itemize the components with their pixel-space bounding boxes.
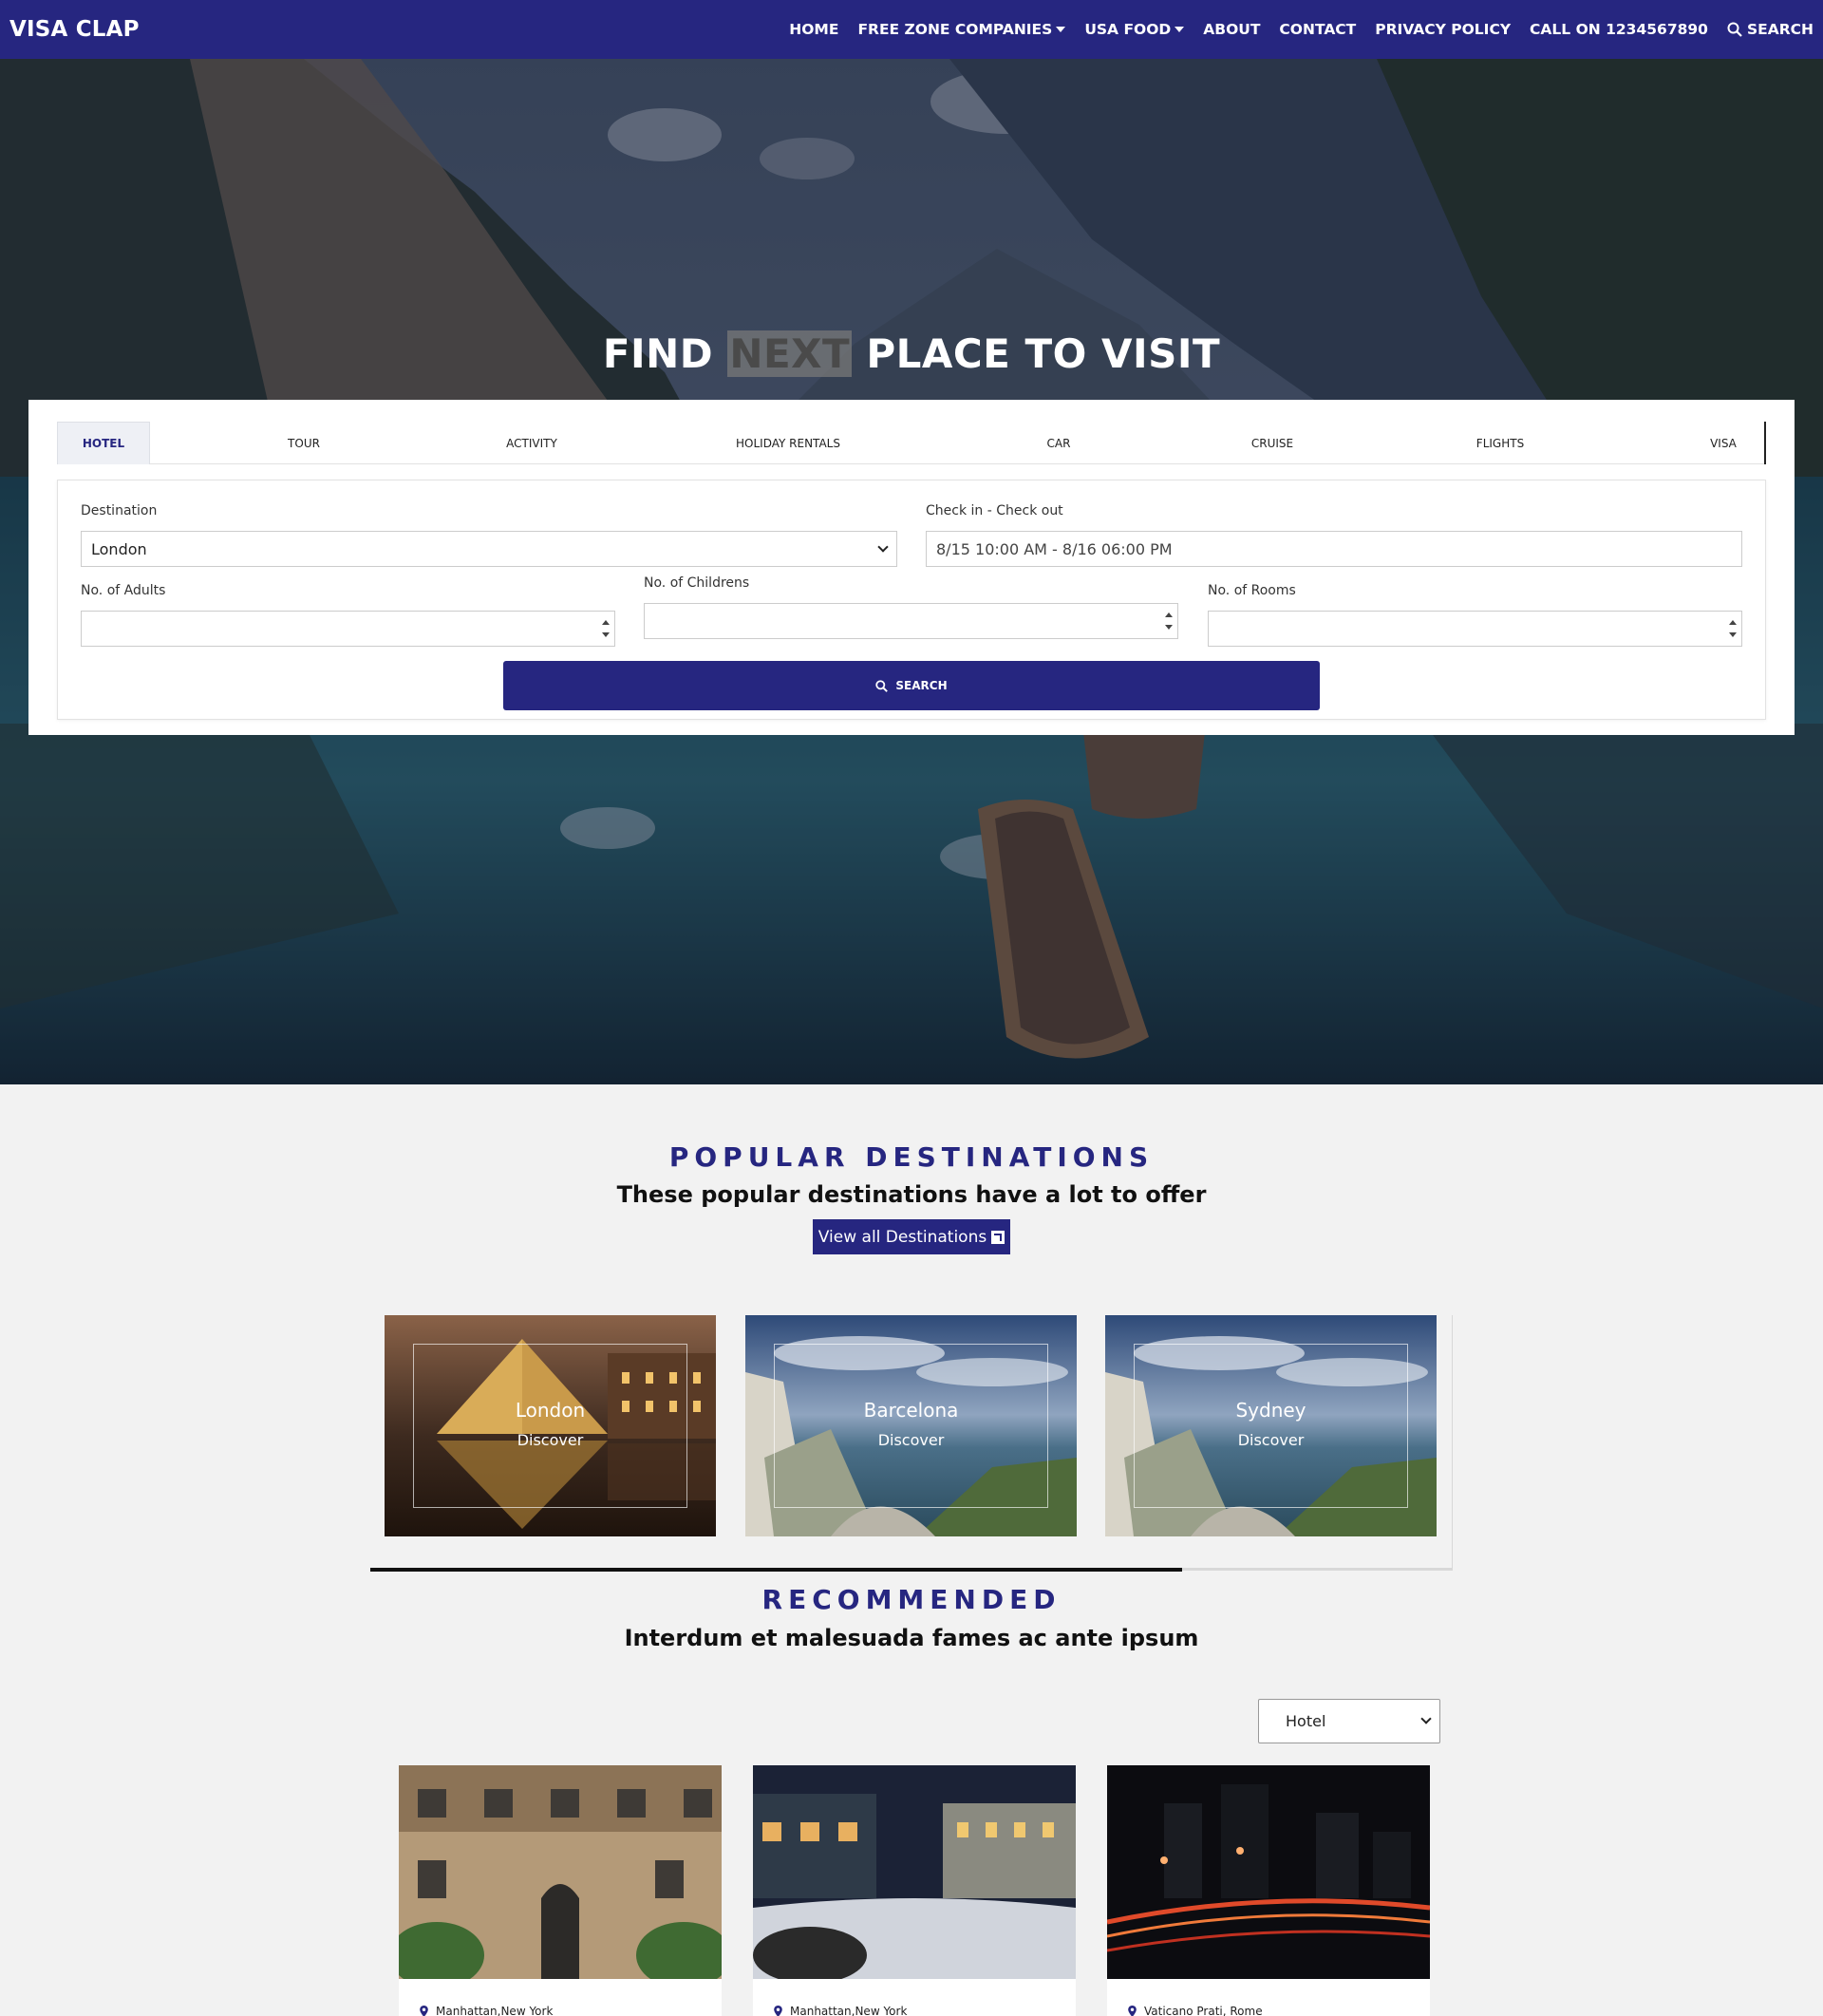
view-all-destinations-button[interactable]: View all Destinations <box>813 1219 1010 1254</box>
carousel-scrollbar-thumb[interactable] <box>370 1568 1182 1572</box>
tab-hotel[interactable]: HOTEL <box>57 422 150 464</box>
hero-title: FIND NEXT PLACE TO VISIT <box>0 330 1823 377</box>
adults-number-input[interactable] <box>81 611 615 647</box>
tab-holiday-rentals[interactable]: HOLIDAY RENTALS <box>722 422 855 464</box>
search-tabs: HOTEL TOUR ACTIVITY HOLIDAY RENTALS CAR … <box>57 422 1766 464</box>
card-location-text: Manhattan,New York <box>790 2005 908 2016</box>
destination-name: Sydney <box>1235 1399 1306 1422</box>
top-navbar: VISA CLAP HOME FREE ZONE COMPANIES USA F… <box>0 0 1823 59</box>
hotel-image <box>753 1765 1076 1979</box>
nav-free-zone-label: FREE ZONE COMPANIES <box>857 21 1053 38</box>
destination-name: London <box>515 1399 586 1422</box>
recommended-subtitle: Interdum et malesuada fames ac ante ipsu… <box>624 1625 1199 1651</box>
map-pin-icon <box>1128 2006 1137 2016</box>
nav-search[interactable]: SEARCH <box>1727 21 1814 38</box>
tabs-end-divider <box>1764 422 1766 464</box>
hotel-image <box>399 1765 722 1979</box>
nav-home[interactable]: HOME <box>789 21 838 38</box>
nav-contact-label: CONTACT <box>1279 21 1357 38</box>
destination-card-barcelona[interactable]: Barcelona Discover <box>745 1315 1077 1536</box>
popular-destinations-title: POPULAR DESTINATIONS <box>668 1141 1155 1173</box>
nav-home-label: HOME <box>789 21 839 38</box>
children-number-input[interactable] <box>644 603 1178 639</box>
destination-frame <box>1134 1344 1408 1508</box>
chevron-down-icon <box>1420 1713 1432 1724</box>
card-location: Manhattan,New York <box>774 2005 907 2016</box>
nav-search-label: SEARCH <box>1746 21 1814 38</box>
tab-activity[interactable]: ACTIVITY <box>484 422 579 464</box>
map-pin-icon <box>774 2006 782 2016</box>
hotel-image <box>1107 1765 1430 1979</box>
destination-card-sydney[interactable]: Sydney Discover <box>1105 1315 1437 1536</box>
nav-about[interactable]: ABOUT <box>1203 21 1260 38</box>
recommended-card[interactable]: Manhattan,New York <box>753 1765 1076 2016</box>
nav-privacy-label: PRIVACY POLICY <box>1375 21 1512 38</box>
nav-call-label: CALL ON 1234567890 <box>1530 21 1708 38</box>
destination-select[interactable]: London <box>81 531 897 567</box>
nav-usa-food[interactable]: USA FOOD <box>1084 21 1185 38</box>
adults-label: No. of Adults <box>81 583 166 598</box>
destination-label: Destination <box>81 503 158 518</box>
hero-title-part2: PLACE TO VISIT <box>866 330 1221 377</box>
destination-card-london[interactable]: London Discover <box>385 1315 716 1536</box>
search-icon <box>875 679 889 692</box>
tab-flights[interactable]: FLIGHTS <box>1462 422 1538 464</box>
chevron-down-icon <box>877 541 889 553</box>
children-label: No. of Childrens <box>644 575 750 591</box>
search-icon <box>1727 22 1742 37</box>
card-location: Vaticano Prati, Rome <box>1128 2005 1263 2016</box>
tab-visa[interactable]: VISA <box>1690 422 1757 464</box>
map-pin-icon <box>420 2006 428 2016</box>
caret-down-icon <box>1175 27 1185 32</box>
card-location-text: Manhattan,New York <box>436 2005 554 2016</box>
date-range-value: 8/15 10:00 AM - 8/16 06:00 PM <box>936 539 1173 558</box>
nav-free-zone-companies[interactable]: FREE ZONE COMPANIES <box>857 21 1066 38</box>
external-link-icon <box>991 1230 1005 1244</box>
carousel-scrollbar[interactable] <box>370 1568 1453 1572</box>
recommended-title: RECOMMENDED <box>761 1584 1062 1615</box>
nav-contact[interactable]: CONTACT <box>1279 21 1356 38</box>
spinner-arrows-icon[interactable] <box>1164 610 1174 632</box>
popular-destinations-subtitle: These popular destinations have a lot to… <box>616 1181 1207 1208</box>
checkin-checkout-label: Check in - Check out <box>926 503 1063 518</box>
recommended-type-value: Hotel <box>1286 1712 1326 1730</box>
rooms-label: No. of Rooms <box>1208 583 1296 598</box>
main-menu: HOME FREE ZONE COMPANIES USA FOOD ABOUT … <box>770 21 1814 38</box>
search-button[interactable]: SEARCH <box>503 661 1320 710</box>
card-location: Manhattan,New York <box>420 2005 553 2016</box>
nav-usa-food-label: USA FOOD <box>1084 21 1172 38</box>
tab-tour[interactable]: TOUR <box>266 422 342 464</box>
tab-cruise[interactable]: CRUISE <box>1234 422 1310 464</box>
nav-call[interactable]: CALL ON 1234567890 <box>1530 21 1708 38</box>
tab-car[interactable]: CAR <box>1025 422 1092 464</box>
spinner-arrows-icon[interactable] <box>1728 617 1738 640</box>
destination-discover[interactable]: Discover <box>1105 1431 1437 1449</box>
destinations-carousel: London Discover Barcelona Discover Sydne… <box>370 1315 1453 1570</box>
hotel-search-form: Destination London Check in - Check out … <box>57 480 1766 720</box>
view-all-label: View all Destinations <box>818 1227 987 1247</box>
date-range-input[interactable]: 8/15 10:00 AM - 8/16 06:00 PM <box>926 531 1742 567</box>
destination-discover[interactable]: Discover <box>745 1431 1077 1449</box>
nav-privacy-policy[interactable]: PRIVACY POLICY <box>1375 21 1511 38</box>
destination-name: Barcelona <box>863 1399 959 1422</box>
brand-logo[interactable]: VISA CLAP <box>9 17 140 42</box>
caret-down-icon <box>1056 27 1066 32</box>
spinner-arrows-icon[interactable] <box>601 617 611 640</box>
destination-value: London <box>91 539 147 558</box>
recommended-type-select[interactable]: Hotel <box>1258 1699 1440 1743</box>
hero-title-part1: FIND <box>602 330 714 377</box>
recommended-card[interactable]: Manhattan,New York <box>399 1765 722 2016</box>
search-panel: HOTEL TOUR ACTIVITY HOLIDAY RENTALS CAR … <box>28 400 1795 735</box>
destination-frame <box>774 1344 1048 1508</box>
hero-title-highlight: NEXT <box>727 330 853 377</box>
recommended-card[interactable]: Vaticano Prati, Rome <box>1107 1765 1430 2016</box>
destination-frame <box>413 1344 687 1508</box>
nav-about-label: ABOUT <box>1203 21 1261 38</box>
rooms-number-input[interactable] <box>1208 611 1742 647</box>
card-location-text: Vaticano Prati, Rome <box>1144 2005 1263 2016</box>
destination-discover[interactable]: Discover <box>385 1431 716 1449</box>
search-button-label: SEARCH <box>895 679 948 692</box>
